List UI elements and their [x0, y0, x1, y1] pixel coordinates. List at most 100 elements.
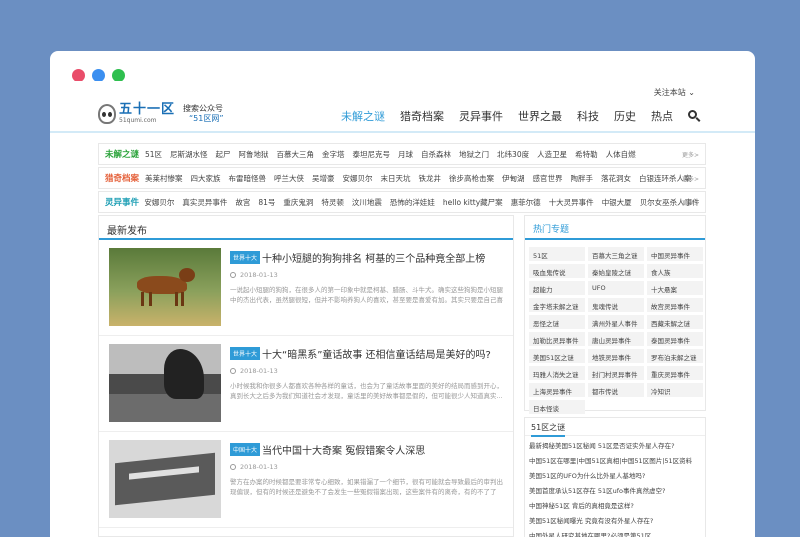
category-link[interactable]: 起尸	[216, 149, 231, 160]
hot-topic-item[interactable]: 地铁灵异事件	[588, 349, 644, 363]
category-link[interactable]: 泰坦尼克号	[353, 149, 391, 160]
category-link[interactable]: 汶川地震	[352, 197, 382, 208]
nav-item-world-records[interactable]: 世界之最	[518, 108, 562, 124]
hot-topic-item[interactable]: 中国灵异事件	[647, 247, 703, 261]
category-link[interactable]: 吴增豪	[312, 173, 335, 184]
category-link[interactable]: 地狱之门	[459, 149, 489, 160]
category-label[interactable]: 灵异事件	[105, 196, 144, 208]
article-title[interactable]: 十大“暗黑系”童话故事 还相信童话结局是美好的吗?	[262, 346, 491, 361]
category-link[interactable]: 百慕大三角	[277, 149, 315, 160]
nav-item-unsolved[interactable]: 未解之谜	[341, 108, 385, 124]
area51-link[interactable]: 美国51区的UFO为什么比外星人基地吗?	[529, 469, 701, 484]
category-label[interactable]: 猎奇档案	[105, 172, 145, 184]
nav-item-history[interactable]: 历史	[614, 108, 636, 124]
area51-link[interactable]: 中国外星人研究基地在哪里?必须是第51区	[529, 529, 701, 537]
category-link[interactable]: 自杀森林	[421, 149, 451, 160]
article-tag[interactable]: 世界十大	[230, 347, 261, 360]
hot-topic-item[interactable]: 美国51区之谜	[529, 349, 585, 363]
more-link[interactable]: 更多>	[682, 150, 699, 159]
hot-topic-item[interactable]: 故宫灵异事件	[647, 298, 703, 312]
hot-topic-item[interactable]: 吸血鬼传说	[529, 264, 585, 278]
hot-topic-item[interactable]: 鬼魂传说	[588, 298, 644, 312]
category-link[interactable]: 尼斯湖水怪	[170, 149, 208, 160]
category-link[interactable]: 十大灵异事件	[549, 197, 594, 208]
hot-topic-item[interactable]: 百慕大三角之谜	[588, 247, 644, 261]
hot-topic-item[interactable]: 恶怪之谜	[529, 315, 585, 329]
hot-topic-item[interactable]: 十大悬案	[647, 281, 703, 295]
hot-topic-item[interactable]: 食人族	[647, 264, 703, 278]
category-link[interactable]: 人体自燃	[606, 149, 636, 160]
category-link[interactable]: 安娜贝尔	[342, 173, 372, 184]
category-link[interactable]: 北纬30度	[497, 149, 529, 160]
hot-topic-item[interactable]: 都市传说	[588, 383, 644, 397]
dark-fairytale-thumbnail[interactable]	[109, 344, 221, 422]
hot-topic-item[interactable]: 冷知识	[647, 383, 703, 397]
category-link[interactable]: 安娜贝尔	[144, 197, 174, 208]
hot-topic-item[interactable]: 罗布泊未解之谜	[647, 349, 703, 363]
nav-item-curiosity[interactable]: 猎奇档案	[400, 108, 444, 124]
hot-topic-item[interactable]: 西藏未解之谜	[647, 315, 703, 329]
area51-link[interactable]: 最新揭秘美国51区秘闻 51区是否证实外星人存在?	[529, 439, 701, 454]
area51-link[interactable]: 美国51区秘闻曝光 究竟有没有外星人存在?	[529, 514, 701, 529]
search-icon[interactable]	[688, 110, 697, 119]
category-link[interactable]: 布雷暗怪兽	[228, 173, 266, 184]
category-link[interactable]: 希特勒	[575, 149, 598, 160]
category-link[interactable]: 落花洞女	[601, 173, 631, 184]
category-link[interactable]: 末日天坑	[380, 173, 410, 184]
hot-topic-item[interactable]: 日本怪谈	[529, 400, 585, 414]
site-logo[interactable]: 五十一区 51qumi.com 搜索公众号 “51区网”	[98, 103, 223, 124]
follow-site-link[interactable]: 关注本站 ⌄	[654, 87, 695, 98]
nav-item-hot[interactable]: 热点	[651, 108, 673, 124]
category-link[interactable]: 阿鲁地狱	[239, 149, 269, 160]
article-title[interactable]: 当代中国十大奇案 冤假错案令人深思	[262, 442, 425, 457]
category-link[interactable]: 月球	[398, 149, 413, 160]
hot-topic-item[interactable]: 封门村灵异事件	[588, 366, 644, 380]
hot-topic-item[interactable]: 秦始皇陵之谜	[588, 264, 644, 278]
category-link[interactable]: 徐步高枪击案	[449, 173, 494, 184]
hot-topic-item[interactable]: 上海灵异事件	[529, 383, 585, 397]
hot-topic-item[interactable]: 满州外星人事件	[588, 315, 644, 329]
hot-topic-item[interactable]: 玛雅人消失之谜	[529, 366, 585, 380]
hot-topic-item[interactable]: 加勒比灵异事件	[529, 332, 585, 346]
category-link[interactable]: 51区	[145, 149, 162, 160]
category-link[interactable]: 恐怖的洋娃娃	[390, 197, 435, 208]
article-tag[interactable]: 中国十大	[230, 443, 261, 456]
hot-topic-item[interactable]: 超能力	[529, 281, 585, 295]
nav-item-tech[interactable]: 科技	[577, 108, 599, 124]
area51-link[interactable]: 中国51区在哪里|中国51区真相|中国51区图片|51区资料	[529, 454, 701, 469]
building-thumbnail[interactable]	[109, 440, 221, 518]
hot-topic-item[interactable]: 泰国灵异事件	[647, 332, 703, 346]
category-link[interactable]: 金字塔	[322, 149, 345, 160]
area51-link[interactable]: 中国神秘51区 背后的真相竟是这样?	[529, 499, 701, 514]
article-tag[interactable]: 世界十大	[230, 251, 261, 264]
area51-link[interactable]: 美国首度承认51区存在 51区ufo事件真然虚空?	[529, 484, 701, 499]
dog-thumbnail[interactable]	[109, 248, 221, 326]
article-item[interactable]: 中国十大 当代中国十大奇案 冤假错案令人深思 2018-01-13 警方在办案的时…	[99, 432, 513, 528]
category-link[interactable]: 人造卫星	[537, 149, 567, 160]
area51-title[interactable]: 51区之谜	[525, 418, 705, 437]
hot-topic-item[interactable]: 重庆灵异事件	[647, 366, 703, 380]
more-link[interactable]: 更多>	[682, 174, 699, 183]
category-link[interactable]: 真实灵异事件	[182, 197, 227, 208]
category-link[interactable]: 美莱村惨案	[145, 173, 183, 184]
category-label[interactable]: 未解之谜	[105, 148, 145, 160]
hot-topic-item[interactable]: 唐山灵异事件	[588, 332, 644, 346]
category-link[interactable]: 伊甸湖	[502, 173, 525, 184]
category-link[interactable]: 中银大厦	[602, 197, 632, 208]
category-link[interactable]: 特灵顿	[321, 197, 344, 208]
nav-item-supernatural[interactable]: 灵异事件	[459, 108, 503, 124]
category-link[interactable]: 重庆鬼洞	[283, 197, 313, 208]
category-link[interactable]: 四大家族	[190, 173, 220, 184]
category-link[interactable]: 呼兰大侠	[274, 173, 304, 184]
category-link[interactable]: 陶胖手	[570, 173, 593, 184]
hot-topic-item[interactable]: 51区	[529, 247, 585, 261]
category-link[interactable]: 81号	[258, 197, 275, 208]
category-link[interactable]: 故宫	[235, 197, 250, 208]
hot-topic-item[interactable]: UFO	[588, 281, 644, 295]
category-link[interactable]: 惠菲尔德	[511, 197, 541, 208]
category-link[interactable]: 感官世界	[532, 173, 562, 184]
hot-topic-item[interactable]: 金字塔未解之谜	[529, 298, 585, 312]
category-link[interactable]: 铁龙井	[418, 173, 441, 184]
category-link[interactable]: hello kitty藏尸案	[443, 197, 503, 208]
article-title[interactable]: 十种小短腿的狗狗排名 柯基的三个品种竟全部上榜	[262, 250, 485, 265]
